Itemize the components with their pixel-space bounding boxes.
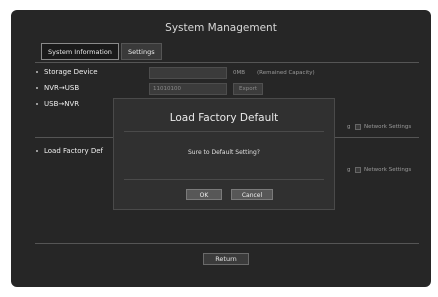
usb-nvr-partial-text: g [347, 124, 351, 130]
storage-device-label: Storage Device [36, 68, 98, 76]
tab-settings[interactable]: Settings [120, 43, 162, 60]
dialog-button-divider [124, 179, 324, 180]
dialog-message: Sure to Default Setting? [188, 149, 260, 156]
load-factory-default-dialog: Load Factory Default Sure to Default Set… [113, 98, 335, 210]
load-factory-network-checkbox[interactable] [355, 167, 361, 173]
storage-size-value: 0MB [233, 70, 246, 76]
tab-bar: System Information Settings [41, 43, 162, 62]
page-title: System Management [165, 22, 277, 34]
storage-device-field[interactable] [149, 67, 227, 79]
dialog-title-divider [124, 131, 324, 132]
cancel-button[interactable]: Cancel [231, 189, 273, 200]
usb-nvr-network-checkbox[interactable] [355, 124, 361, 130]
export-button[interactable]: Export [233, 83, 263, 95]
load-factory-partial-text: g [347, 167, 351, 173]
footer-divider [35, 243, 419, 244]
ok-button[interactable]: OK [186, 189, 222, 200]
nvr-usb-label: NVR→USB [36, 84, 79, 92]
usb-nvr-network-settings-label: Network Settings [364, 124, 412, 130]
load-factory-default-label: Load Factory Def [36, 147, 103, 155]
remained-capacity-text: (Remained Capacity) [257, 70, 315, 76]
tab-system-information[interactable]: System Information [41, 43, 119, 60]
return-button[interactable]: Return [203, 253, 249, 265]
dialog-title: Load Factory Default [169, 112, 279, 124]
usb-nvr-label: USB→NVR [36, 100, 79, 108]
load-factory-network-settings-label: Network Settings [364, 167, 412, 173]
nvr-usb-field[interactable]: 11010100 [149, 83, 227, 95]
tab-divider [35, 62, 419, 63]
